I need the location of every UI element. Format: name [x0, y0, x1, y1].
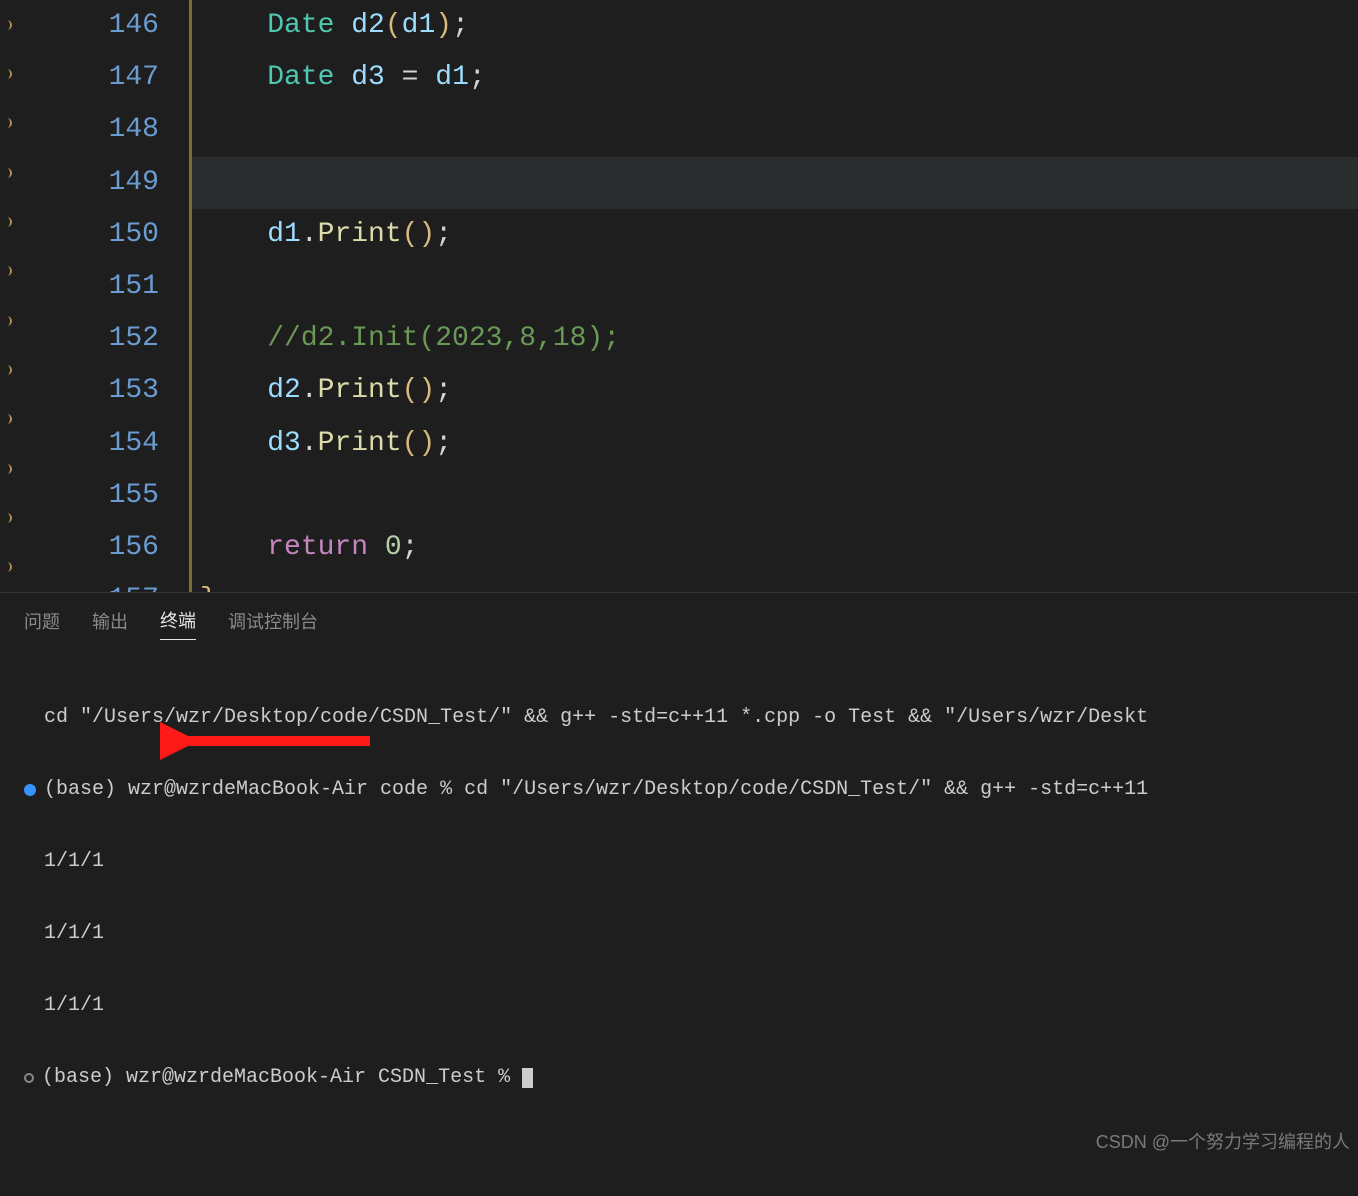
fold-marker-icon — [0, 197, 14, 246]
code-line[interactable] — [192, 470, 1358, 522]
fold-marker-icon — [0, 49, 14, 98]
tab-problems[interactable]: 问题 — [24, 608, 60, 640]
terminal-view[interactable]: cd "/Users/wzr/Desktop/code/CSDN_Test/" … — [0, 648, 1358, 1196]
line-number: 152 — [14, 313, 159, 365]
terminal-line: 1/1/1 — [44, 850, 104, 874]
code-content[interactable]: Date d2(d1); Date d3 = d1; d1.Print(); /… — [192, 0, 1358, 592]
bottom-panel: 问题 输出 终端 调试控制台 cd "/Users/wzr/Desktop/co… — [0, 592, 1358, 1160]
code-line[interactable]: } — [192, 574, 1358, 592]
fold-marker-icon — [0, 296, 14, 345]
code-line[interactable]: //d2.Init(2023,8,18); — [192, 313, 1358, 365]
tab-debug-console[interactable]: 调试控制台 — [228, 608, 318, 640]
fold-marker-icon — [0, 0, 14, 49]
line-number: 147 — [14, 52, 159, 104]
code-line[interactable]: d3.Print(); — [192, 418, 1358, 470]
code-line[interactable]: Date d3 = d1; — [192, 52, 1358, 104]
code-line[interactable]: d2.Print(); — [192, 365, 1358, 417]
fold-marker-icon — [0, 148, 14, 197]
fold-marker-icon — [0, 395, 14, 444]
code-line[interactable] — [192, 104, 1358, 156]
line-number: 155 — [14, 470, 159, 522]
line-number: 153 — [14, 365, 159, 417]
terminal-line: cd "/Users/wzr/Desktop/code/CSDN_Test/" … — [44, 706, 1148, 730]
fold-marker-icon — [0, 543, 14, 592]
fold-marker-icon — [0, 247, 14, 296]
line-number-gutter: 146147148149150151152153154155156157 — [14, 0, 189, 592]
terminal-line: (base) wzr@wzrdeMacBook-Air code % cd "/… — [44, 778, 1148, 802]
fold-marker-icon — [0, 345, 14, 394]
code-line[interactable]: d1.Print(); — [192, 209, 1358, 261]
terminal-line: (base) wzr@wzrdeMacBook-Air CSDN_Test % — [42, 1066, 522, 1090]
line-number: 150 — [14, 209, 159, 261]
line-number: 151 — [14, 261, 159, 313]
fold-marker-icon — [0, 444, 14, 493]
fold-marker-icon — [0, 493, 14, 542]
line-number: 149 — [14, 157, 159, 209]
terminal-cursor-icon — [522, 1068, 533, 1088]
code-line[interactable] — [192, 157, 1358, 209]
fold-marker-icon — [0, 99, 14, 148]
line-number: 146 — [14, 0, 159, 52]
left-markers — [0, 0, 14, 592]
line-number: 154 — [14, 418, 159, 470]
panel-tabs: 问题 输出 终端 调试控制台 — [0, 593, 1358, 648]
terminal-line: 1/1/1 — [44, 994, 104, 1018]
code-editor[interactable]: 146147148149150151152153154155156157 Dat… — [0, 0, 1358, 592]
terminal-line: 1/1/1 — [44, 922, 104, 946]
status-dot-running-icon — [24, 784, 36, 796]
status-dot-idle-icon — [24, 1073, 34, 1083]
code-line[interactable] — [192, 261, 1358, 313]
tab-output[interactable]: 输出 — [92, 608, 128, 640]
tab-terminal[interactable]: 终端 — [160, 607, 196, 640]
watermark: CSDN @一个努力学习编程的人 — [1096, 1128, 1350, 1154]
code-line[interactable]: return 0; — [192, 522, 1358, 574]
line-number: 157 — [14, 574, 159, 592]
code-line[interactable]: Date d2(d1); — [192, 0, 1358, 52]
line-number: 148 — [14, 104, 159, 156]
line-number: 156 — [14, 522, 159, 574]
